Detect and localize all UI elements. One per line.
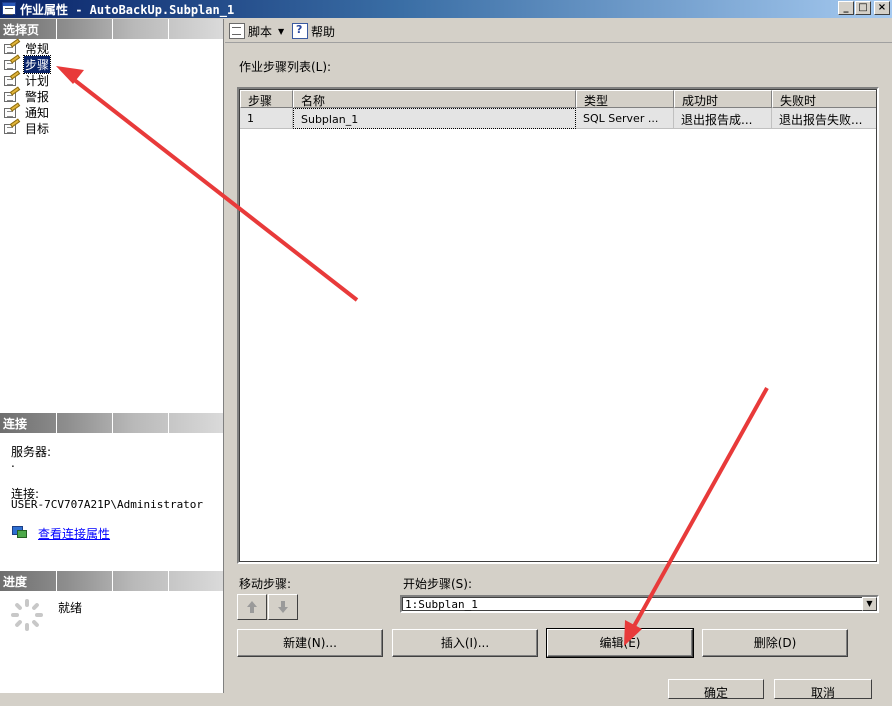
insert-step-button[interactable]: 插入(I)...: [392, 629, 538, 657]
close-button[interactable]: ×: [874, 1, 890, 15]
start-step-label: 开始步骤(S):: [403, 577, 473, 591]
page-label: 计划: [25, 73, 50, 88]
step-list-label: 作业步骤列表(L):: [239, 60, 332, 74]
column-header-on-failure[interactable]: 失败时: [772, 90, 876, 108]
arrow-up-icon: [247, 601, 257, 613]
connection-value: USER-7CV707A21P\Administrator: [11, 498, 204, 511]
page-icon: [4, 70, 21, 87]
connection-title: 连接: [3, 417, 28, 431]
page-item-alerts[interactable]: 警报: [4, 86, 50, 104]
cell-on-failure: 退出报告失败...: [772, 108, 876, 129]
grid-header: 步骤 名称 类型 成功时 失败时: [240, 90, 876, 108]
help-label: 帮助: [311, 24, 336, 39]
page-icon: [4, 86, 21, 103]
move-up-button[interactable]: [237, 594, 267, 620]
cancel-button[interactable]: 取消: [774, 679, 872, 700]
connection-header: 连接: [0, 413, 223, 433]
page-item-steps[interactable]: 步骤: [4, 54, 52, 74]
page-label: 警报: [25, 89, 50, 104]
column-header-on-success[interactable]: 成功时: [674, 90, 772, 108]
move-step-label: 移动步骤:: [239, 577, 292, 591]
column-header-step[interactable]: 步骤: [240, 90, 293, 108]
delete-step-button[interactable]: 删除(D): [702, 629, 848, 657]
cell-type: SQL Server ...: [576, 108, 674, 129]
progress-title: 进度: [3, 575, 28, 589]
cell-step: 1: [240, 108, 293, 129]
chevron-down-icon[interactable]: ▼: [278, 27, 284, 36]
page-label: 步骤: [22, 54, 52, 74]
script-label: 脚本: [248, 24, 273, 39]
view-connection-properties-link[interactable]: 查看连接属性: [38, 525, 110, 542]
column-header-name[interactable]: 名称: [293, 90, 576, 108]
help-button[interactable]: 帮助: [292, 22, 335, 40]
help-icon: [292, 23, 308, 39]
window-icon: [2, 2, 16, 15]
progress-spinner-icon: [11, 599, 43, 631]
minimize-button[interactable]: _: [838, 1, 854, 15]
table-row[interactable]: 1 Subplan_1 SQL Server ... 退出报告成... 退出报告…: [240, 108, 876, 129]
page-label: 常规: [25, 41, 50, 56]
server-value: .: [11, 456, 15, 470]
cell-on-success: 退出报告成...: [674, 108, 772, 129]
move-down-button[interactable]: [268, 594, 298, 620]
page-label: 目标: [25, 121, 50, 136]
left-panel: 选择页 常规 步骤 计划 警报 通知 目标 连接 服务器: . 连接: USER…: [0, 19, 224, 693]
maximize-button[interactable]: □: [855, 1, 871, 15]
connection-properties-icon: [12, 526, 28, 540]
page-item-general[interactable]: 常规: [4, 38, 50, 56]
page-item-targets[interactable]: 目标: [4, 118, 50, 136]
title-bar: 作业属性 - AutoBackUp.Subplan_1 _ □ ×: [0, 0, 892, 18]
arrow-down-icon: [278, 601, 288, 613]
select-page-header: 选择页: [0, 19, 223, 39]
progress-header: 进度: [0, 571, 223, 591]
select-page-title: 选择页: [3, 23, 40, 37]
toolbar: 脚本 ▼ 帮助: [225, 19, 892, 43]
ok-button[interactable]: 确定: [668, 679, 764, 700]
page-icon: [4, 118, 21, 135]
script-button[interactable]: 脚本 ▼: [229, 22, 284, 40]
steps-grid[interactable]: 步骤 名称 类型 成功时 失败时 1 Subplan_1 SQL Server …: [237, 87, 879, 564]
window-title: 作业属性 - AutoBackUp.Subplan_1: [20, 3, 235, 17]
page-icon: [4, 102, 21, 119]
page-icon: [4, 54, 21, 71]
page-label: 通知: [25, 105, 50, 120]
start-step-value: 1:Subplan_1: [405, 598, 478, 611]
chevron-down-icon[interactable]: ▼: [862, 597, 877, 611]
edit-step-button[interactable]: 编辑(E): [546, 628, 694, 658]
page-item-schedules[interactable]: 计划: [4, 70, 50, 88]
column-header-type[interactable]: 类型: [576, 90, 674, 108]
progress-status: 就绪: [58, 601, 83, 615]
page-item-notifications[interactable]: 通知: [4, 102, 50, 120]
new-step-button[interactable]: 新建(N)...: [237, 629, 383, 657]
cell-name: Subplan_1: [293, 108, 576, 129]
server-label: 服务器:: [11, 445, 52, 459]
page-icon: [4, 38, 21, 55]
script-icon: [229, 23, 245, 39]
start-step-select[interactable]: 1:Subplan_1 ▼: [400, 595, 879, 613]
